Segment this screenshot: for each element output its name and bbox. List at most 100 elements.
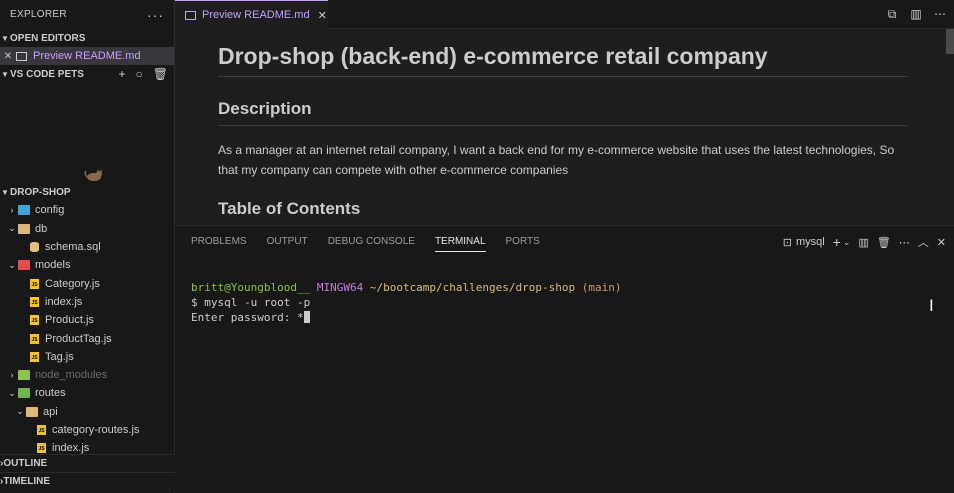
editor-actions: ⧉ ▥ ⋯ [884, 6, 948, 22]
tree-label: db [35, 222, 48, 235]
markdown-preview: Drop-shop (back-end) e-commerce retail c… [175, 29, 954, 225]
tree-label: models [35, 259, 71, 272]
scrollbar[interactable] [946, 29, 954, 54]
tree-item-producttag[interactable]: JS ProductTag.js [0, 329, 174, 347]
more-actions-icon[interactable]: ⋯ [899, 236, 910, 249]
close-icon[interactable]: ✕ [318, 9, 327, 22]
js-file-icon: JS [30, 333, 39, 344]
outline-label: OUTLINE [3, 458, 48, 469]
section-timeline[interactable]: › TIMELINE [0, 472, 175, 490]
terminal-user: britt@Youngblood__ [191, 281, 311, 294]
js-file-icon: JS [30, 278, 39, 289]
tab-debug-console[interactable]: DEBUG CONSOLE [328, 236, 415, 252]
chevron-down-icon: ▼ [1, 69, 9, 79]
readme-title: Drop-shop (back-end) e-commerce retail c… [218, 43, 907, 77]
tree-label: category-routes.js [52, 424, 140, 436]
maximize-icon[interactable]: ︿ [918, 234, 929, 250]
js-file-icon: JS [30, 296, 39, 307]
terminal-branch: (main) [581, 281, 622, 294]
tree-item-category[interactable]: JS Category.js [0, 274, 174, 292]
tree-item-node-modules[interactable]: › node_modules [0, 366, 174, 384]
section-pets[interactable]: ▼ VS CODE PETS + ○ 🗑 [0, 65, 174, 83]
split-editor-icon[interactable]: ▥ [908, 6, 924, 22]
open-editor-item[interactable]: ✕ Preview README.md [0, 47, 174, 66]
description-heading: Description [218, 99, 907, 126]
open-source-icon[interactable]: ⧉ [884, 6, 900, 22]
explorer-title: EXPLORER [10, 9, 67, 20]
folder-icon [18, 370, 30, 381]
trash-icon[interactable]: 🗑 [877, 236, 891, 249]
chevron-down-icon: ⌄ [8, 223, 16, 234]
tree-item-db[interactable]: ⌄ db [0, 220, 174, 238]
explorer-more-icon[interactable]: ··· [147, 7, 164, 23]
tree-item-product[interactable]: JS Product.js [0, 311, 174, 329]
tree-item-schema[interactable]: schema.sql [0, 238, 174, 256]
section-drop-shop[interactable]: ▼ DROP-SHOP [0, 183, 174, 201]
tree-item-routes[interactable]: ⌄ routes [0, 384, 174, 402]
preview-icon [16, 51, 27, 61]
tab-output[interactable]: OUTPUT [267, 236, 308, 252]
folder-open-icon [18, 260, 30, 271]
tree-label: Category.js [45, 277, 100, 290]
password-line: Enter password: * [191, 310, 622, 325]
tree-label: api [43, 405, 58, 418]
cat-pet-icon[interactable] [84, 169, 104, 182]
tree-label: ProductTag.js [45, 332, 112, 345]
split-terminal-icon[interactable]: ▥ [858, 236, 868, 249]
tree-item-api[interactable]: ⌄ api [0, 403, 174, 421]
panel-tabs: PROBLEMS OUTPUT DEBUG CONSOLE TERMINAL P… [191, 236, 540, 252]
open-editors-label: OPEN EDITORS [10, 32, 86, 44]
section-open-editors[interactable]: ▼ OPEN EDITORS [0, 29, 174, 47]
tab-preview-readme[interactable]: Preview README.md ✕ [175, 0, 328, 29]
chevron-down-icon: ⌄ [16, 406, 24, 417]
project-label: DROP-SHOP [10, 186, 71, 198]
tab-terminal[interactable]: TERMINAL [434, 236, 486, 252]
tab-ports[interactable]: PORTS [506, 236, 540, 252]
js-file-icon: JS [37, 425, 46, 435]
tree-item-index[interactable]: JS index.js [0, 293, 174, 311]
tree-item-config[interactable]: › config [0, 201, 174, 219]
password-prompt: Enter password: * [191, 311, 304, 324]
tree-label: Product.js [45, 314, 94, 327]
tree-label: index.js [52, 442, 90, 455]
chevron-down-icon: ⌄ [8, 259, 16, 270]
description-text: As a manager at an internet retail compa… [218, 143, 895, 177]
explorer-sidebar: EXPLORER ··· ▼ OPEN EDITORS ✕ Preview RE… [0, 0, 175, 493]
js-file-icon: JS [30, 315, 39, 326]
tree-label: schema.sql [45, 241, 101, 254]
chevron-right-icon: › [10, 370, 14, 381]
terminal-path: ~/bootcamp/challenges/drop-shop [369, 281, 576, 294]
more-actions-icon[interactable]: ⋯ [932, 6, 948, 22]
tree-item-models[interactable]: ⌄ models [0, 256, 174, 274]
chevron-down-icon[interactable]: ⌄ [843, 237, 851, 248]
close-icon[interactable]: ✕ [0, 51, 16, 62]
tree-item-category-routes[interactable]: JS category-routes.js [0, 421, 174, 439]
text-cursor-icon: I [929, 296, 934, 315]
folder-open-icon [26, 406, 38, 417]
add-pet-icon[interactable]: + [119, 67, 126, 81]
command-line: $ mysql -u root -p [191, 296, 311, 309]
close-panel-icon[interactable]: ✕ [937, 236, 946, 249]
chevron-right-icon: › [10, 205, 14, 216]
tree-item-tag[interactable]: JS Tag.js [0, 348, 174, 366]
section-outline[interactable]: › OUTLINE [0, 454, 175, 472]
pets-area [0, 83, 174, 183]
editor-tabs: Preview README.md ✕ ⧉ ▥ ⋯ [175, 0, 954, 29]
folder-icon [18, 205, 30, 216]
tree-label: Tag.js [45, 350, 74, 363]
prompt-line: britt@Youngblood__ MINGW64 ~/bootcamp/ch… [191, 280, 622, 295]
tab-label: Preview README.md [202, 9, 310, 21]
terminal-name[interactable]: mysql [796, 236, 825, 248]
panel-actions: ⊡ mysql + ⌄ ▥ 🗑 ⋯ ︿ ✕ [783, 234, 946, 250]
js-file-icon: JS [37, 443, 46, 454]
tree-label: config [35, 204, 65, 217]
ball-icon[interactable]: ○ [136, 67, 143, 81]
preview-icon [185, 10, 196, 20]
new-terminal-icon[interactable]: + [833, 234, 841, 250]
folder-open-icon [18, 388, 30, 399]
chevron-down-icon: ⌄ [8, 387, 16, 398]
trash-icon[interactable]: 🗑 [153, 67, 168, 81]
js-file-icon: JS [30, 351, 39, 362]
terminal-output[interactable]: britt@Youngblood__ MINGW64 ~/bootcamp/ch… [191, 280, 622, 325]
tab-problems[interactable]: PROBLEMS [191, 236, 247, 252]
